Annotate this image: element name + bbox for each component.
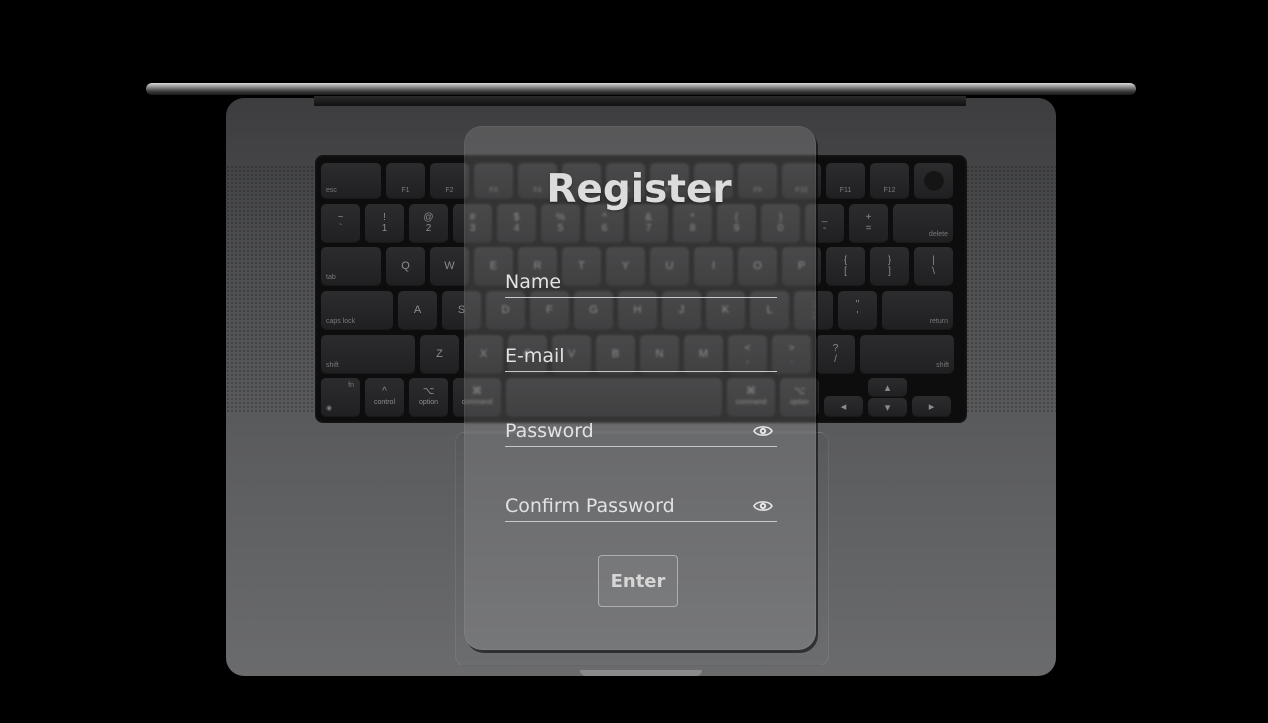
key-label: ]	[888, 266, 891, 277]
password-field[interactable]: Password	[505, 406, 777, 447]
eye-icon[interactable]	[753, 423, 773, 437]
page: esc F1 F2 F3 F4 F5 F6 F7 F8 F9 F10 F11 F…	[0, 0, 1268, 723]
key-arrow-up: ▴	[868, 378, 907, 396]
key-label: shift	[326, 362, 339, 369]
enter-button[interactable]: Enter	[598, 555, 678, 607]
key: }]	[870, 247, 909, 285]
key-return: return	[882, 291, 953, 329]
key-label: }	[887, 255, 892, 266]
key-fn: fn ◉	[321, 378, 360, 416]
key-label: [	[844, 266, 847, 277]
key-arrow-left: ◂	[824, 396, 863, 416]
key-label: option	[418, 399, 439, 406]
laptop-lid	[146, 83, 1136, 95]
key-tab: tab	[321, 247, 381, 285]
name-field-label: Name	[505, 271, 562, 293]
key-label: /	[834, 354, 837, 365]
key-label: ?	[832, 343, 839, 354]
key-arrow-updown: ▴ ▾	[868, 378, 907, 416]
key-label: -	[822, 223, 827, 234]
key-label: "	[855, 299, 860, 310]
key: " '	[838, 291, 877, 329]
laptop-front-notch	[580, 670, 702, 676]
key-label: {	[843, 255, 848, 266]
key-label: 2	[425, 223, 432, 234]
key-label: ⌥	[422, 386, 435, 397]
confirm-password-field[interactable]: Confirm Password	[505, 481, 777, 522]
key-label: ^	[382, 386, 387, 397]
key-shift-left: shift	[321, 335, 415, 373]
key: | \	[914, 247, 953, 285]
key-arrow-down: ▾	[868, 398, 907, 416]
key-label: `	[338, 223, 343, 234]
email-field[interactable]: E-mail	[505, 331, 777, 372]
key-label: =	[865, 223, 872, 234]
key-shift-right: shift	[860, 335, 954, 373]
key-label: '	[856, 310, 859, 321]
key: ? /	[816, 335, 855, 373]
key-label: !	[383, 212, 386, 223]
key-label: shift	[936, 362, 949, 369]
key-option-left: ⌥ option	[409, 378, 448, 416]
key-label: @	[423, 212, 434, 223]
key-label: ~	[337, 212, 344, 223]
laptop-hinge	[314, 96, 966, 106]
name-field[interactable]: Name	[505, 257, 777, 298]
key-label: fn	[348, 382, 354, 389]
key: Q	[386, 247, 425, 285]
key-label: return	[929, 318, 948, 325]
key-label: 1	[381, 223, 388, 234]
email-field-label: E-mail	[505, 345, 565, 367]
key-label: delete	[928, 231, 948, 238]
key-arrow-right: ▸	[912, 396, 951, 416]
eye-icon[interactable]	[753, 498, 773, 512]
confirm-password-field-label: Confirm Password	[505, 495, 675, 517]
key-label: control	[373, 399, 395, 406]
globe-icon: ◉	[326, 405, 333, 412]
key-caps-lock: caps lock	[321, 291, 393, 329]
key: Z	[420, 335, 459, 373]
key-label: _	[821, 212, 828, 223]
page-title: Register	[546, 167, 732, 212]
key-label: \	[932, 266, 935, 277]
key-label: caps lock	[326, 318, 356, 325]
key-label: tab	[326, 274, 336, 281]
key: A	[398, 291, 437, 329]
key-label: +	[865, 212, 872, 223]
key: {[	[826, 247, 865, 285]
password-field-label: Password	[505, 420, 594, 442]
key-label: |	[932, 255, 935, 266]
key-control: ^ control	[365, 378, 404, 416]
